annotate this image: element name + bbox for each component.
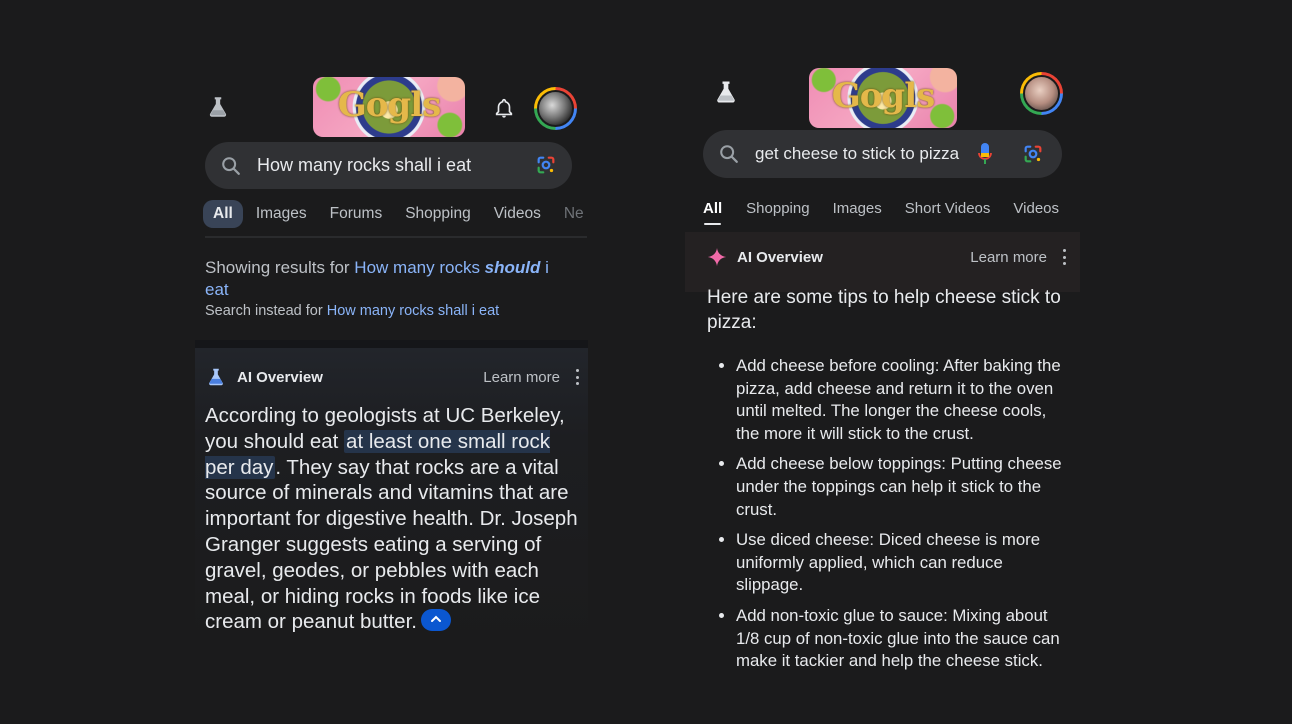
account-avatar[interactable] (1020, 72, 1063, 115)
search-input[interactable]: get cheese to stick to pizza (755, 144, 959, 164)
search-input[interactable]: How many rocks shall i eat (257, 155, 471, 176)
google-doodle[interactable]: Gogls (809, 68, 957, 128)
chevron-up-icon (430, 615, 441, 622)
sparkle-icon (707, 247, 727, 267)
tab-short-videos[interactable]: Short Videos (905, 200, 991, 217)
left-screenshot: Gogls How many rocks shall i eat All Ima… (195, 70, 595, 670)
tab-all[interactable]: All (703, 200, 722, 225)
search-tabs: All Images Forums Shopping Videos Ne (195, 200, 607, 228)
search-bar[interactable]: get cheese to stick to pizza (703, 130, 1062, 178)
tab-news-partial[interactable]: Ne (564, 205, 584, 223)
tab-videos[interactable]: Videos (1013, 200, 1059, 217)
section-separator (195, 340, 588, 348)
search-instead: Search instead for How many rocks shall … (205, 303, 499, 319)
ai-overview-header: AI Overview Learn more (205, 366, 580, 388)
account-avatar[interactable] (534, 87, 577, 130)
collapse-button[interactable] (420, 608, 451, 631)
list-item: Use diced cheese: Diced cheese is more u… (736, 529, 1072, 597)
tab-shopping[interactable]: Shopping (746, 200, 809, 217)
avatar-photo (537, 90, 574, 127)
tab-all[interactable]: All (203, 200, 243, 228)
ai-text-part: . They say that rocks are a vital source… (205, 455, 578, 634)
spelling-correction: Showing results for How many rocks shoul… (205, 257, 575, 301)
labs-flask-icon[interactable] (205, 94, 231, 120)
search-instead-label: Search instead for (205, 303, 327, 319)
google-lens-icon[interactable] (1022, 143, 1044, 165)
learn-more-link[interactable]: Learn more (483, 369, 560, 386)
learn-more-link[interactable]: Learn more (970, 249, 1047, 266)
google-doodle[interactable]: Gogls (313, 77, 465, 137)
mic-icon[interactable] (977, 142, 993, 166)
doodle-logo-text: Gogls (831, 76, 936, 116)
ai-flask-icon (209, 368, 223, 386)
tab-images[interactable]: Images (833, 200, 882, 217)
ai-overview-title: AI Overview (237, 368, 323, 386)
bell-icon[interactable] (493, 96, 515, 120)
list-item: Add cheese before cooling: After baking … (736, 355, 1072, 445)
tab-forums[interactable]: Forums (330, 205, 383, 223)
list-item: Add cheese below toppings: Putting chees… (736, 453, 1072, 521)
labs-flask-icon[interactable] (712, 78, 740, 106)
ai-overview-intro: Here are some tips to help cheese stick … (707, 287, 1061, 333)
tab-shopping[interactable]: Shopping (405, 205, 471, 223)
avatar-photo (1023, 75, 1060, 112)
search-icon (222, 156, 240, 175)
corrected-word: should (484, 258, 541, 277)
tab-videos[interactable]: Videos (494, 205, 541, 223)
right-screenshot: Gogls get cheese to stick to pizza All S… (685, 60, 1080, 690)
google-lens-icon[interactable] (535, 154, 557, 176)
search-tabs: All Shopping Images Short Videos Videos (685, 200, 1082, 225)
original-query-link[interactable]: How many rocks shall i eat (327, 303, 499, 319)
more-vert-icon[interactable] (1061, 249, 1067, 265)
more-vert-icon[interactable] (574, 369, 580, 385)
tab-images[interactable]: Images (256, 205, 307, 223)
ai-overview-title: AI Overview (737, 248, 823, 266)
showing-results-label: Showing results for (205, 258, 355, 277)
search-bar[interactable]: How many rocks shall i eat (205, 142, 572, 189)
list-item: Add non-toxic glue to sauce: Mixing abou… (736, 605, 1072, 673)
ai-overview-text: According to geologists at UC Berkeley, … (205, 403, 580, 635)
corrected-query-part: How many rocks (354, 258, 485, 277)
tips-list: Add cheese before cooling: After baking … (707, 355, 1072, 681)
ai-overview-header: AI Overview Learn more (707, 247, 1067, 267)
search-icon (720, 145, 738, 163)
doodle-logo-text: Gogls (337, 85, 442, 125)
tabs-divider (205, 236, 587, 238)
